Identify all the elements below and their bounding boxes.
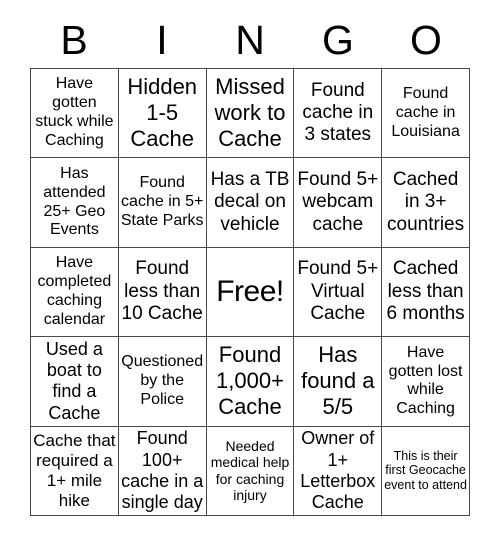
bingo-cell[interactable]: Has a TB decal on vehicle bbox=[206, 158, 295, 248]
bingo-cell-text: Found 5+ webcam cache bbox=[297, 168, 379, 235]
bingo-cell-text: Found 100+ cache in a single day bbox=[121, 428, 204, 513]
bingo-cell-text: Has attended 25+ Geo Events bbox=[43, 164, 106, 239]
header-letter-o: O bbox=[410, 16, 442, 63]
bingo-cell[interactable]: This is their first Geocache event to at… bbox=[382, 426, 470, 516]
bingo-cell-text: Cached in 3+ countries bbox=[387, 168, 465, 235]
bingo-cell-text: Found less than 10 Cache bbox=[121, 258, 203, 325]
bingo-cell[interactable]: Found cache in 3 states bbox=[294, 69, 383, 159]
bingo-cell-text: Has a TB decal on vehicle bbox=[210, 168, 290, 235]
bingo-cell-text: Found 5+ Virtual Cache bbox=[297, 258, 379, 325]
bingo-cell[interactable]: Found 100+ cache in a single day bbox=[118, 426, 207, 516]
bingo-cell-text: Questioned by the Police bbox=[121, 353, 204, 408]
bingo-cell[interactable]: Found 5+ webcam cache bbox=[294, 158, 383, 248]
bingo-cell[interactable]: Have completed caching calendar bbox=[31, 247, 119, 338]
bingo-cell-text: Hidden 1-5 Cache bbox=[127, 74, 198, 152]
bingo-cell[interactable]: Found 5+ Virtual Cache bbox=[294, 247, 383, 338]
bingo-cell[interactable]: Has attended 25+ Geo Events bbox=[31, 158, 119, 248]
bingo-cell[interactable]: Found cache in 5+ State Parks bbox=[118, 158, 207, 248]
bingo-cell-text: Found cache in 3 states bbox=[302, 79, 374, 146]
bingo-cell-text: Cached less than 6 months bbox=[386, 258, 465, 325]
bingo-cell[interactable]: Has found a 5/5 bbox=[294, 337, 383, 427]
bingo-cell[interactable]: Found 1,000+ Cache bbox=[206, 337, 295, 427]
bingo-cell[interactable]: Found less than 10 Cache bbox=[118, 247, 207, 338]
bingo-cell[interactable]: Cached less than 6 months bbox=[382, 247, 470, 338]
bingo-cell[interactable]: Found cache in Louisiana bbox=[382, 69, 470, 159]
bingo-cell-text: Found cache in Louisiana bbox=[391, 84, 460, 140]
free-space-label: Free! bbox=[216, 275, 284, 309]
bingo-cell-text: Have gotten stuck while Caching bbox=[35, 75, 114, 150]
bingo-cell[interactable]: Missed work to Cache bbox=[206, 69, 295, 159]
bingo-cell-text: Missed work to Cache bbox=[214, 74, 286, 152]
bingo-cell[interactable]: Cache that required a 1+ mile hike bbox=[31, 426, 119, 516]
bingo-cell-text: Used a boat to find a Cache bbox=[45, 338, 103, 423]
bingo-header-row: B I N G O bbox=[30, 14, 470, 66]
header-letter-b: B bbox=[60, 16, 88, 63]
bingo-cell[interactable]: Questioned by the Police bbox=[118, 337, 207, 427]
header-letter-g: G bbox=[322, 16, 354, 63]
bingo-cell-text: Cache that required a 1+ mile hike bbox=[33, 430, 116, 510]
bingo-cell-text: Found cache in 5+ State Parks bbox=[120, 174, 204, 230]
bingo-cell-text: Owner of 1+ Letterbox Cache bbox=[300, 428, 376, 513]
bingo-cell[interactable]: Have gotten lost while Caching bbox=[382, 337, 470, 427]
bingo-cell-text: This is their first Geocache event to at… bbox=[384, 448, 467, 493]
bingo-cell-text: Found 1,000+ Cache bbox=[216, 342, 284, 420]
bingo-cell[interactable]: Owner of 1+ Letterbox Cache bbox=[294, 426, 383, 516]
bingo-card: B I N G O Have gotten stuck while Cachin… bbox=[0, 0, 500, 544]
bingo-grid: Have gotten stuck while Caching Hidden 1-… bbox=[30, 68, 470, 516]
bingo-cell[interactable]: Needed medical help for caching injury bbox=[206, 426, 295, 516]
bingo-cell-text: Needed medical help for caching injury bbox=[210, 437, 290, 504]
header-letter-n: N bbox=[235, 16, 265, 63]
bingo-cell[interactable]: Cached in 3+ countries bbox=[382, 158, 470, 248]
header-letter-i: I bbox=[156, 16, 168, 63]
bingo-cell[interactable]: Used a boat to find a Cache bbox=[31, 337, 119, 427]
bingo-cell[interactable]: Hidden 1-5 Cache bbox=[118, 69, 207, 159]
bingo-cell-text: Have gotten lost while Caching bbox=[388, 343, 463, 418]
bingo-cell[interactable]: Have gotten stuck while Caching bbox=[31, 69, 119, 159]
bingo-cell-text: Has found a 5/5 bbox=[301, 342, 375, 420]
bingo-cell-text: Have completed caching calendar bbox=[37, 254, 112, 328]
bingo-cell-free[interactable]: Free! bbox=[206, 247, 295, 338]
